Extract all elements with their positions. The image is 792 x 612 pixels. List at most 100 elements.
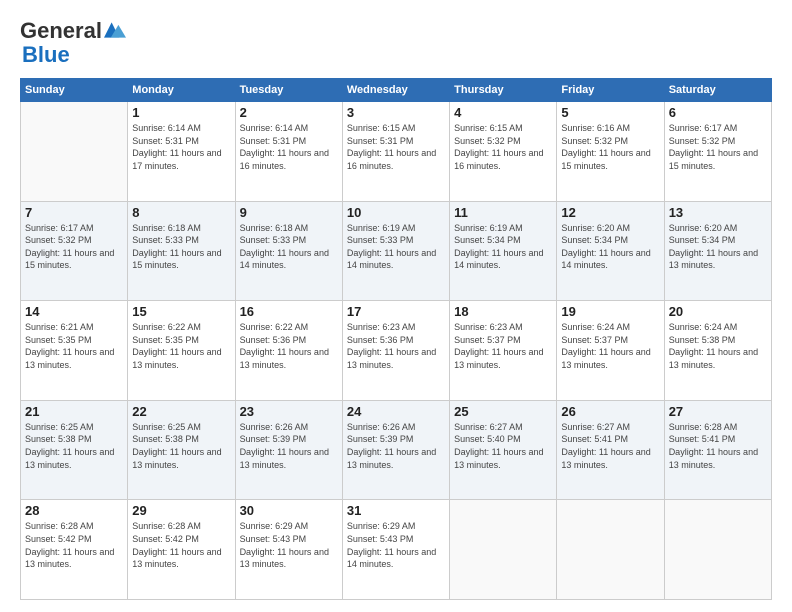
day-info: Sunrise: 6:28 AM Sunset: 5:42 PM Dayligh… xyxy=(132,520,230,570)
day-info: Sunrise: 6:20 AM Sunset: 5:34 PM Dayligh… xyxy=(669,222,767,272)
day-number: 20 xyxy=(669,304,767,319)
col-wednesday: Wednesday xyxy=(342,79,449,102)
day-number: 29 xyxy=(132,503,230,518)
day-number: 13 xyxy=(669,205,767,220)
day-number: 24 xyxy=(347,404,445,419)
table-row: 4 Sunrise: 6:15 AM Sunset: 5:32 PM Dayli… xyxy=(450,102,557,202)
calendar-week-row: 28 Sunrise: 6:28 AM Sunset: 5:42 PM Dayl… xyxy=(21,500,772,600)
table-row: 5 Sunrise: 6:16 AM Sunset: 5:32 PM Dayli… xyxy=(557,102,664,202)
day-info: Sunrise: 6:27 AM Sunset: 5:41 PM Dayligh… xyxy=(561,421,659,471)
table-row: 3 Sunrise: 6:15 AM Sunset: 5:31 PM Dayli… xyxy=(342,102,449,202)
calendar-header-row: Sunday Monday Tuesday Wednesday Thursday… xyxy=(21,79,772,102)
table-row: 31 Sunrise: 6:29 AM Sunset: 5:43 PM Dayl… xyxy=(342,500,449,600)
day-info: Sunrise: 6:18 AM Sunset: 5:33 PM Dayligh… xyxy=(132,222,230,272)
day-info: Sunrise: 6:15 AM Sunset: 5:31 PM Dayligh… xyxy=(347,122,445,172)
table-row xyxy=(557,500,664,600)
day-number: 2 xyxy=(240,105,338,120)
day-number: 17 xyxy=(347,304,445,319)
header: General Blue xyxy=(20,18,772,68)
logo-general-text: General xyxy=(20,18,102,44)
table-row xyxy=(664,500,771,600)
table-row: 25 Sunrise: 6:27 AM Sunset: 5:40 PM Dayl… xyxy=(450,400,557,500)
day-info: Sunrise: 6:14 AM Sunset: 5:31 PM Dayligh… xyxy=(240,122,338,172)
table-row: 7 Sunrise: 6:17 AM Sunset: 5:32 PM Dayli… xyxy=(21,201,128,301)
day-number: 19 xyxy=(561,304,659,319)
day-number: 14 xyxy=(25,304,123,319)
day-info: Sunrise: 6:19 AM Sunset: 5:33 PM Dayligh… xyxy=(347,222,445,272)
table-row: 26 Sunrise: 6:27 AM Sunset: 5:41 PM Dayl… xyxy=(557,400,664,500)
day-info: Sunrise: 6:23 AM Sunset: 5:37 PM Dayligh… xyxy=(454,321,552,371)
table-row: 24 Sunrise: 6:26 AM Sunset: 5:39 PM Dayl… xyxy=(342,400,449,500)
table-row: 9 Sunrise: 6:18 AM Sunset: 5:33 PM Dayli… xyxy=(235,201,342,301)
day-info: Sunrise: 6:17 AM Sunset: 5:32 PM Dayligh… xyxy=(669,122,767,172)
table-row: 30 Sunrise: 6:29 AM Sunset: 5:43 PM Dayl… xyxy=(235,500,342,600)
calendar-table: Sunday Monday Tuesday Wednesday Thursday… xyxy=(20,78,772,600)
day-number: 8 xyxy=(132,205,230,220)
col-monday: Monday xyxy=(128,79,235,102)
day-number: 1 xyxy=(132,105,230,120)
day-number: 16 xyxy=(240,304,338,319)
day-number: 6 xyxy=(669,105,767,120)
day-number: 28 xyxy=(25,503,123,518)
table-row: 28 Sunrise: 6:28 AM Sunset: 5:42 PM Dayl… xyxy=(21,500,128,600)
day-info: Sunrise: 6:24 AM Sunset: 5:38 PM Dayligh… xyxy=(669,321,767,371)
day-number: 22 xyxy=(132,404,230,419)
table-row: 15 Sunrise: 6:22 AM Sunset: 5:35 PM Dayl… xyxy=(128,301,235,401)
day-info: Sunrise: 6:21 AM Sunset: 5:35 PM Dayligh… xyxy=(25,321,123,371)
table-row xyxy=(450,500,557,600)
table-row: 8 Sunrise: 6:18 AM Sunset: 5:33 PM Dayli… xyxy=(128,201,235,301)
day-info: Sunrise: 6:28 AM Sunset: 5:42 PM Dayligh… xyxy=(25,520,123,570)
table-row: 14 Sunrise: 6:21 AM Sunset: 5:35 PM Dayl… xyxy=(21,301,128,401)
table-row: 12 Sunrise: 6:20 AM Sunset: 5:34 PM Dayl… xyxy=(557,201,664,301)
table-row: 6 Sunrise: 6:17 AM Sunset: 5:32 PM Dayli… xyxy=(664,102,771,202)
col-sunday: Sunday xyxy=(21,79,128,102)
table-row: 10 Sunrise: 6:19 AM Sunset: 5:33 PM Dayl… xyxy=(342,201,449,301)
day-number: 26 xyxy=(561,404,659,419)
day-info: Sunrise: 6:16 AM Sunset: 5:32 PM Dayligh… xyxy=(561,122,659,172)
day-info: Sunrise: 6:26 AM Sunset: 5:39 PM Dayligh… xyxy=(347,421,445,471)
table-row: 29 Sunrise: 6:28 AM Sunset: 5:42 PM Dayl… xyxy=(128,500,235,600)
day-info: Sunrise: 6:25 AM Sunset: 5:38 PM Dayligh… xyxy=(132,421,230,471)
logo-icon xyxy=(104,20,126,40)
page: General Blue Sunday Monday Tuesday Wedne… xyxy=(0,0,792,612)
day-number: 11 xyxy=(454,205,552,220)
calendar-week-row: 14 Sunrise: 6:21 AM Sunset: 5:35 PM Dayl… xyxy=(21,301,772,401)
table-row: 1 Sunrise: 6:14 AM Sunset: 5:31 PM Dayli… xyxy=(128,102,235,202)
day-number: 23 xyxy=(240,404,338,419)
day-number: 15 xyxy=(132,304,230,319)
day-info: Sunrise: 6:17 AM Sunset: 5:32 PM Dayligh… xyxy=(25,222,123,272)
day-info: Sunrise: 6:29 AM Sunset: 5:43 PM Dayligh… xyxy=(240,520,338,570)
day-number: 21 xyxy=(25,404,123,419)
day-info: Sunrise: 6:28 AM Sunset: 5:41 PM Dayligh… xyxy=(669,421,767,471)
logo: General Blue xyxy=(20,18,126,68)
day-info: Sunrise: 6:14 AM Sunset: 5:31 PM Dayligh… xyxy=(132,122,230,172)
table-row: 2 Sunrise: 6:14 AM Sunset: 5:31 PM Dayli… xyxy=(235,102,342,202)
table-row: 20 Sunrise: 6:24 AM Sunset: 5:38 PM Dayl… xyxy=(664,301,771,401)
day-info: Sunrise: 6:20 AM Sunset: 5:34 PM Dayligh… xyxy=(561,222,659,272)
table-row: 16 Sunrise: 6:22 AM Sunset: 5:36 PM Dayl… xyxy=(235,301,342,401)
day-number: 9 xyxy=(240,205,338,220)
table-row: 11 Sunrise: 6:19 AM Sunset: 5:34 PM Dayl… xyxy=(450,201,557,301)
table-row: 22 Sunrise: 6:25 AM Sunset: 5:38 PM Dayl… xyxy=(128,400,235,500)
day-info: Sunrise: 6:18 AM Sunset: 5:33 PM Dayligh… xyxy=(240,222,338,272)
day-info: Sunrise: 6:24 AM Sunset: 5:37 PM Dayligh… xyxy=(561,321,659,371)
day-info: Sunrise: 6:23 AM Sunset: 5:36 PM Dayligh… xyxy=(347,321,445,371)
day-info: Sunrise: 6:26 AM Sunset: 5:39 PM Dayligh… xyxy=(240,421,338,471)
logo-blue-text: Blue xyxy=(22,42,70,67)
day-number: 10 xyxy=(347,205,445,220)
col-thursday: Thursday xyxy=(450,79,557,102)
table-row: 17 Sunrise: 6:23 AM Sunset: 5:36 PM Dayl… xyxy=(342,301,449,401)
day-number: 5 xyxy=(561,105,659,120)
col-tuesday: Tuesday xyxy=(235,79,342,102)
day-number: 30 xyxy=(240,503,338,518)
day-info: Sunrise: 6:29 AM Sunset: 5:43 PM Dayligh… xyxy=(347,520,445,570)
day-number: 12 xyxy=(561,205,659,220)
day-info: Sunrise: 6:22 AM Sunset: 5:35 PM Dayligh… xyxy=(132,321,230,371)
table-row xyxy=(21,102,128,202)
day-info: Sunrise: 6:19 AM Sunset: 5:34 PM Dayligh… xyxy=(454,222,552,272)
day-number: 27 xyxy=(669,404,767,419)
table-row: 19 Sunrise: 6:24 AM Sunset: 5:37 PM Dayl… xyxy=(557,301,664,401)
day-info: Sunrise: 6:25 AM Sunset: 5:38 PM Dayligh… xyxy=(25,421,123,471)
day-info: Sunrise: 6:22 AM Sunset: 5:36 PM Dayligh… xyxy=(240,321,338,371)
table-row: 13 Sunrise: 6:20 AM Sunset: 5:34 PM Dayl… xyxy=(664,201,771,301)
